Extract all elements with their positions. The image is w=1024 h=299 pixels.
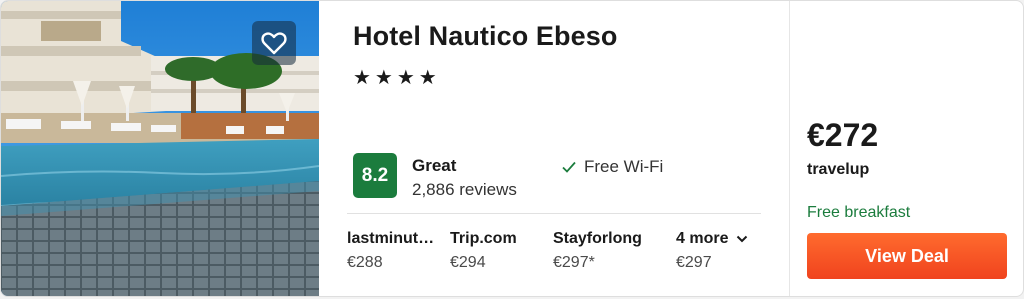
provider-offer[interactable]: lastminut… €288 xyxy=(347,230,441,272)
star-rating: ★★★★ xyxy=(353,67,441,89)
more-providers-label-row: 4 more xyxy=(676,230,766,248)
deal-perk: Free breakfast xyxy=(807,204,911,221)
chevron-down-icon xyxy=(737,235,748,243)
amenity-item: Free Wi-Fi xyxy=(562,157,663,177)
amenity-label: Free Wi-Fi xyxy=(584,157,664,176)
favorite-button[interactable] xyxy=(252,21,296,65)
hotel-info: Hotel Nautico Ebeso ★★★★ 8.2 Great 2,886… xyxy=(319,1,789,296)
provider-price: €288 xyxy=(347,254,383,271)
review-count[interactable]: 2,886 reviews xyxy=(412,180,517,200)
heart-outline-icon xyxy=(261,32,287,55)
provider-price: €297* xyxy=(553,254,595,271)
provider-price: €297 xyxy=(676,254,712,271)
provider-name: Stayforlong xyxy=(553,230,642,247)
hotel-photo[interactable] xyxy=(1,1,319,296)
more-providers-label: 4 more xyxy=(676,230,729,247)
provider-price: €294 xyxy=(450,254,486,271)
provider-name: Trip.com xyxy=(450,230,517,247)
hotel-name[interactable]: Hotel Nautico Ebeso xyxy=(353,21,617,52)
view-deal-button[interactable]: View Deal xyxy=(807,233,1007,279)
provider-name: lastminut… xyxy=(347,230,435,247)
provider-offer[interactable]: Trip.com €294 xyxy=(450,230,545,272)
checkmark-icon xyxy=(562,161,576,173)
divider xyxy=(347,213,761,214)
deal-panel: €272 travelup Free breakfast View Deal xyxy=(789,1,1023,296)
hotel-result-card[interactable]: Hotel Nautico Ebeso ★★★★ 8.2 Great 2,886… xyxy=(0,0,1024,297)
deal-vendor: travelup xyxy=(807,161,870,178)
rating-score-badge: 8.2 xyxy=(353,153,397,198)
best-price: €272 xyxy=(807,117,879,153)
provider-offer[interactable]: Stayforlong €297* xyxy=(553,230,663,272)
rating-label: Great xyxy=(412,156,457,175)
more-providers-dropdown[interactable]: 4 more €297 xyxy=(676,230,766,272)
